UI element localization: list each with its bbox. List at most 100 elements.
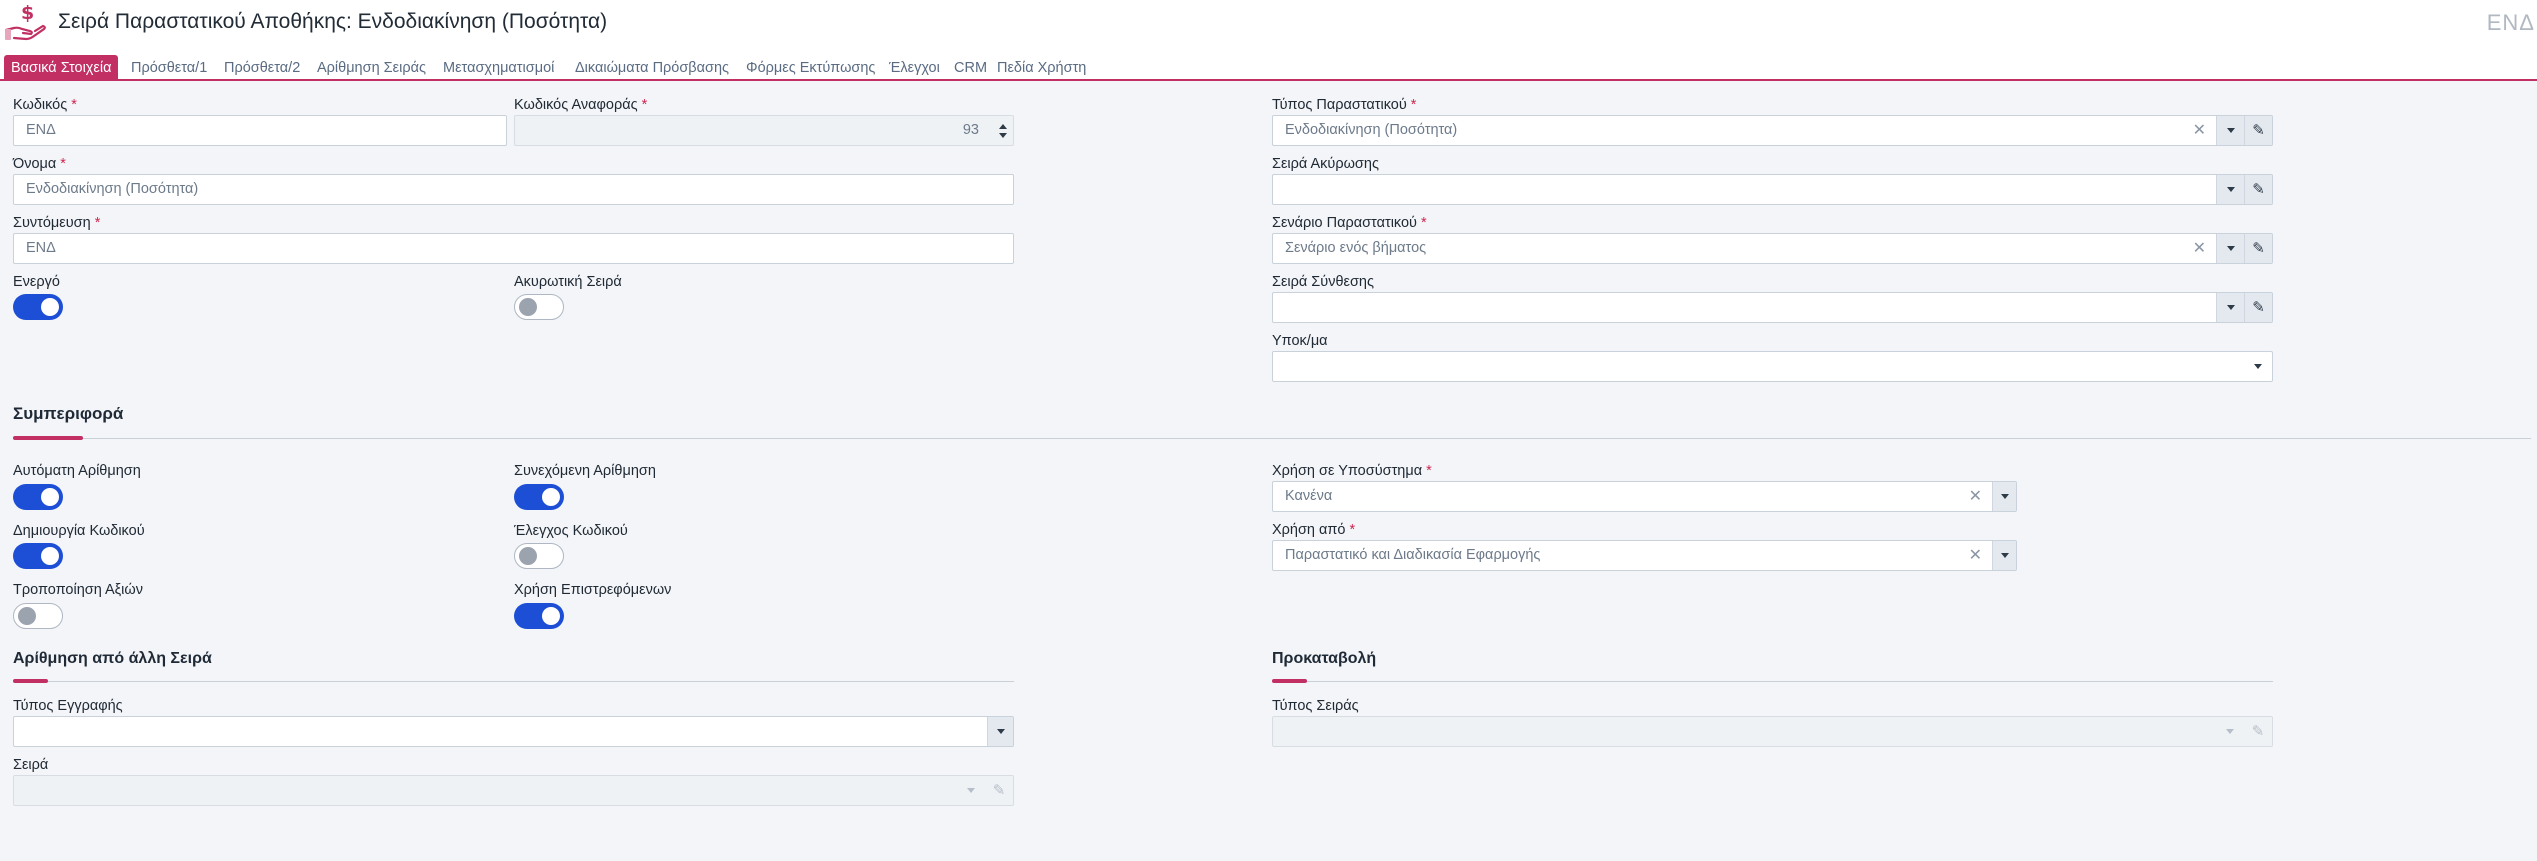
short-field[interactable]: ΕΝΔ	[13, 233, 1014, 264]
cancel-series-ref-field[interactable]: ✎	[1272, 174, 2273, 205]
toggle-knob	[542, 607, 560, 625]
page-title: Σειρά Παραστατικού Αποθήκης: Ενδοδιακίνη…	[58, 10, 608, 33]
chevron-down-icon	[2226, 128, 2235, 133]
toggle-knob	[41, 488, 59, 506]
continuous-numbering-toggle[interactable]	[514, 484, 564, 510]
chevron-down-icon	[2000, 494, 2009, 499]
dropdown-button[interactable]	[1992, 541, 2016, 570]
subsystem-use-label: Χρήση σε Υποσύστημα *	[1272, 463, 1432, 479]
page-header: $ Σειρά Παραστατικού Αποθήκης: Ενδοδιακί…	[0, 0, 2537, 50]
edit-button[interactable]: ✎	[2244, 234, 2272, 263]
series-code-badge: ΕΝΔ	[2486, 10, 2535, 35]
pencil-icon: ✎	[2252, 181, 2265, 198]
dropdown-button[interactable]	[957, 776, 985, 805]
section-divider	[1272, 681, 2273, 682]
use-returned-toggle[interactable]	[514, 603, 564, 629]
code-creation-toggle[interactable]	[13, 543, 63, 569]
branch-label: Υποκ/μα	[1272, 333, 1328, 349]
chevron-down-icon	[2226, 729, 2234, 734]
continuous-numbering-label: Συνεχόμενη Αρίθμηση	[514, 463, 656, 479]
dropdown-button[interactable]	[987, 717, 1013, 746]
edit-button[interactable]: ✎	[2244, 717, 2272, 746]
clear-icon[interactable]: ✕	[2193, 234, 2206, 263]
code-value: ΕΝΔ	[26, 122, 56, 138]
scenario-value: Σενάριο ενός βήματος	[1285, 240, 1427, 256]
active-label: Ενεργό	[13, 274, 60, 290]
name-label: Όνομα *	[13, 156, 66, 172]
tab-checks[interactable]: Έλεγχοι	[889, 57, 940, 79]
edit-button[interactable]: ✎	[2244, 175, 2272, 204]
dropdown-button[interactable]	[2216, 116, 2244, 145]
code-check-toggle[interactable]	[514, 543, 564, 569]
short-label: Συντόμευση *	[13, 215, 101, 231]
edit-button[interactable]: ✎	[2244, 293, 2272, 322]
toggle-knob	[542, 488, 560, 506]
ref-code-value: 93	[962, 122, 979, 138]
toggle-knob	[41, 298, 59, 316]
scenario-field[interactable]: Σενάριο ενός βήματος ✕ ✎	[1272, 233, 2273, 264]
series-label: Σειρά	[13, 757, 49, 773]
stepper-up-icon[interactable]	[999, 123, 1007, 129]
cancel-series-label: Ακυρωτική Σειρά	[514, 274, 622, 290]
behavior-section-title: Συμπεριφορά	[13, 404, 124, 423]
series-type-field[interactable]: ✎	[1272, 716, 2273, 747]
tab-transformations[interactable]: Μετασχηματισμοί	[443, 57, 554, 79]
tab-series-numbering[interactable]: Αρίθμηση Σειράς	[317, 57, 426, 79]
tab-basic-info[interactable]: Βασικά Στοιχεία	[4, 55, 119, 81]
used-by-value: Παραστατικό και Διαδικασία Εφαρμογής	[1285, 547, 1541, 563]
section-divider	[13, 438, 2531, 439]
branch-field[interactable]	[1272, 351, 2273, 382]
code-field[interactable]: ΕΝΔ	[13, 115, 507, 146]
tab-crm[interactable]: CRM	[954, 57, 987, 79]
section-accent	[13, 679, 48, 683]
name-field[interactable]: Ενδοδιακίνηση (Ποσότητα)	[13, 174, 1014, 205]
pencil-icon: ✎	[2251, 723, 2265, 740]
value-modification-label: Τροποποίηση Αξιών	[13, 582, 143, 598]
edit-button[interactable]: ✎	[2244, 116, 2272, 145]
toggle-knob	[519, 298, 537, 316]
cancel-series-toggle[interactable]	[514, 294, 564, 320]
clear-icon[interactable]: ✕	[1969, 482, 1982, 511]
dropdown-button[interactable]	[2216, 293, 2244, 322]
composition-series-field[interactable]: ✎	[1272, 292, 2273, 323]
ref-code-stepper[interactable]	[993, 116, 1013, 145]
dropdown-button[interactable]	[2216, 234, 2244, 263]
series-type-label: Τύπος Σειράς	[1272, 698, 1359, 714]
other-numbering-title: Αρίθμηση από άλλη Σειρά	[13, 650, 212, 667]
pencil-icon: ✎	[992, 782, 1006, 799]
clear-icon[interactable]: ✕	[2193, 116, 2206, 145]
chevron-down-icon	[2226, 305, 2235, 310]
ref-code-field[interactable]: 93	[514, 115, 1014, 146]
tab-additional-2[interactable]: Πρόσθετα/2	[224, 57, 300, 79]
tab-additional-1[interactable]: Πρόσθετα/1	[131, 57, 207, 79]
chevron-down-icon	[967, 788, 975, 793]
toggle-knob	[41, 547, 59, 565]
stepper-down-icon[interactable]	[999, 132, 1007, 138]
used-by-label: Χρήση από *	[1272, 522, 1356, 538]
toggle-knob	[519, 547, 537, 565]
tab-print-forms[interactable]: Φόρμες Εκτύπωσης	[746, 57, 875, 79]
dropdown-button[interactable]	[2216, 717, 2244, 746]
dropdown-button[interactable]	[1992, 482, 2016, 511]
toggle-knob	[18, 607, 36, 625]
doc-type-field[interactable]: Ενδοδιακίνηση (Ποσότητα) ✕ ✎	[1272, 115, 2273, 146]
clear-icon[interactable]: ✕	[1969, 541, 1982, 570]
dropdown-button[interactable]	[2244, 352, 2272, 381]
tab-access-rights[interactable]: Δικαιώματα Πρόσβασης	[575, 57, 729, 79]
subsystem-use-field[interactable]: Κανένα ✕	[1272, 481, 2017, 512]
prepayment-title: Προκαταβολή	[1272, 650, 1377, 667]
tab-user-fields[interactable]: Πεδία Χρήστη	[997, 57, 1086, 79]
chevron-down-icon	[2226, 246, 2235, 251]
cancel-series-ref-label: Σειρά Ακύρωσης	[1272, 156, 1379, 172]
record-type-field[interactable]	[13, 716, 1014, 747]
series-field[interactable]: ✎	[13, 775, 1014, 806]
composition-series-label: Σειρά Σύνθεσης	[1272, 274, 1374, 290]
dropdown-button[interactable]	[2216, 175, 2244, 204]
used-by-field[interactable]: Παραστατικό και Διαδικασία Εφαρμογής ✕	[1272, 540, 2017, 571]
money-hand-icon: $	[4, 2, 46, 41]
ref-code-label: Κωδικός Αναφοράς *	[514, 97, 648, 113]
active-toggle[interactable]	[13, 294, 63, 320]
edit-button[interactable]: ✎	[985, 776, 1013, 805]
value-modification-toggle[interactable]	[13, 603, 63, 629]
auto-numbering-toggle[interactable]	[13, 484, 63, 510]
